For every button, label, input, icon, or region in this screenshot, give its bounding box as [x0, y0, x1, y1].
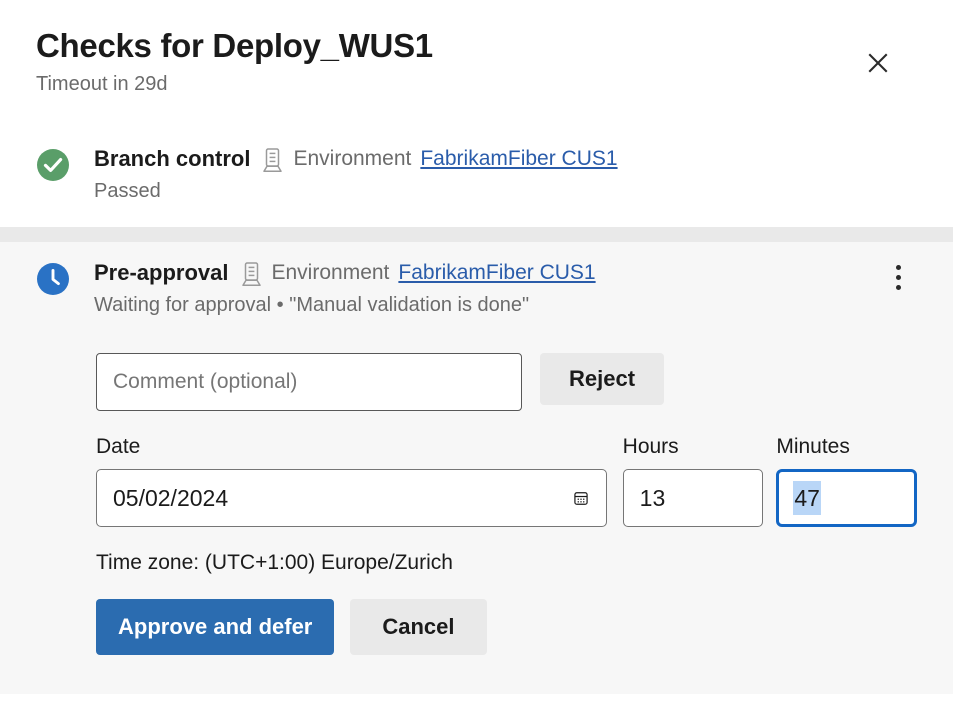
calendar-icon [573, 486, 589, 511]
close-icon [865, 50, 891, 76]
check-row-branch-control: Branch control Environment FabrikamFiber… [0, 132, 953, 227]
environment-label: Environment [293, 144, 411, 174]
approval-form: Reject Date [0, 353, 953, 655]
timezone-text: Time zone: (UTC+1:00) Europe/Zurich [96, 549, 917, 577]
minutes-input[interactable]: 47 [776, 469, 917, 527]
datetime-row: Date [96, 433, 917, 527]
minutes-label: Minutes [776, 433, 917, 461]
minutes-field-group: Minutes 47 [776, 433, 917, 527]
check-body: Branch control Environment FabrikamFiber… [94, 144, 917, 205]
hours-input[interactable] [623, 469, 764, 527]
pre-approval-section: Pre-approval Environment FabrikamFiber C… [0, 242, 953, 694]
hours-input-wrap [623, 469, 764, 527]
environment-link[interactable]: FabrikamFiber CUS1 [398, 258, 595, 288]
success-check-icon [36, 148, 70, 182]
minutes-value: 47 [793, 481, 821, 515]
comment-input[interactable] [96, 353, 522, 411]
checks-dialog: Checks for Deploy_WUS1 Timeout in 29d Br… [0, 0, 953, 720]
environment-label: Environment [272, 258, 390, 288]
timeout-subtitle: Timeout in 29d [36, 71, 917, 97]
more-vertical-icon[interactable] [881, 258, 915, 296]
hours-label: Hours [623, 433, 764, 461]
check-body: Pre-approval Environment FabrikamFiber C… [94, 258, 917, 319]
hours-field-group: Hours [623, 433, 764, 527]
check-name: Pre-approval [94, 258, 229, 288]
pending-clock-icon [36, 262, 70, 296]
server-icon [262, 147, 284, 173]
date-input-wrap [96, 469, 607, 527]
date-field-group: Date [96, 433, 607, 527]
check-title-line: Branch control Environment FabrikamFiber… [94, 144, 917, 174]
check-title-line: Pre-approval Environment FabrikamFiber C… [94, 258, 917, 288]
check-row-pre-approval: Pre-approval Environment FabrikamFiber C… [0, 258, 953, 319]
server-icon [241, 261, 263, 287]
approve-and-defer-button[interactable]: Approve and defer [96, 599, 334, 655]
comment-row: Reject [96, 353, 917, 411]
check-status-text: Waiting for approval • "Manual validatio… [94, 291, 917, 319]
section-divider [0, 227, 953, 242]
dialog-header: Checks for Deploy_WUS1 Timeout in 29d [0, 0, 953, 132]
environment-link[interactable]: FabrikamFiber CUS1 [420, 144, 617, 174]
date-input[interactable] [96, 469, 607, 527]
date-label: Date [96, 433, 607, 461]
check-status-text: Passed [94, 177, 917, 205]
form-actions: Approve and defer Cancel [96, 599, 917, 655]
close-button[interactable] [859, 44, 897, 82]
cancel-button[interactable]: Cancel [350, 599, 486, 655]
reject-button[interactable]: Reject [540, 353, 664, 405]
calendar-picker-button[interactable] [567, 484, 595, 512]
page-title: Checks for Deploy_WUS1 [36, 26, 917, 66]
check-name: Branch control [94, 144, 250, 174]
